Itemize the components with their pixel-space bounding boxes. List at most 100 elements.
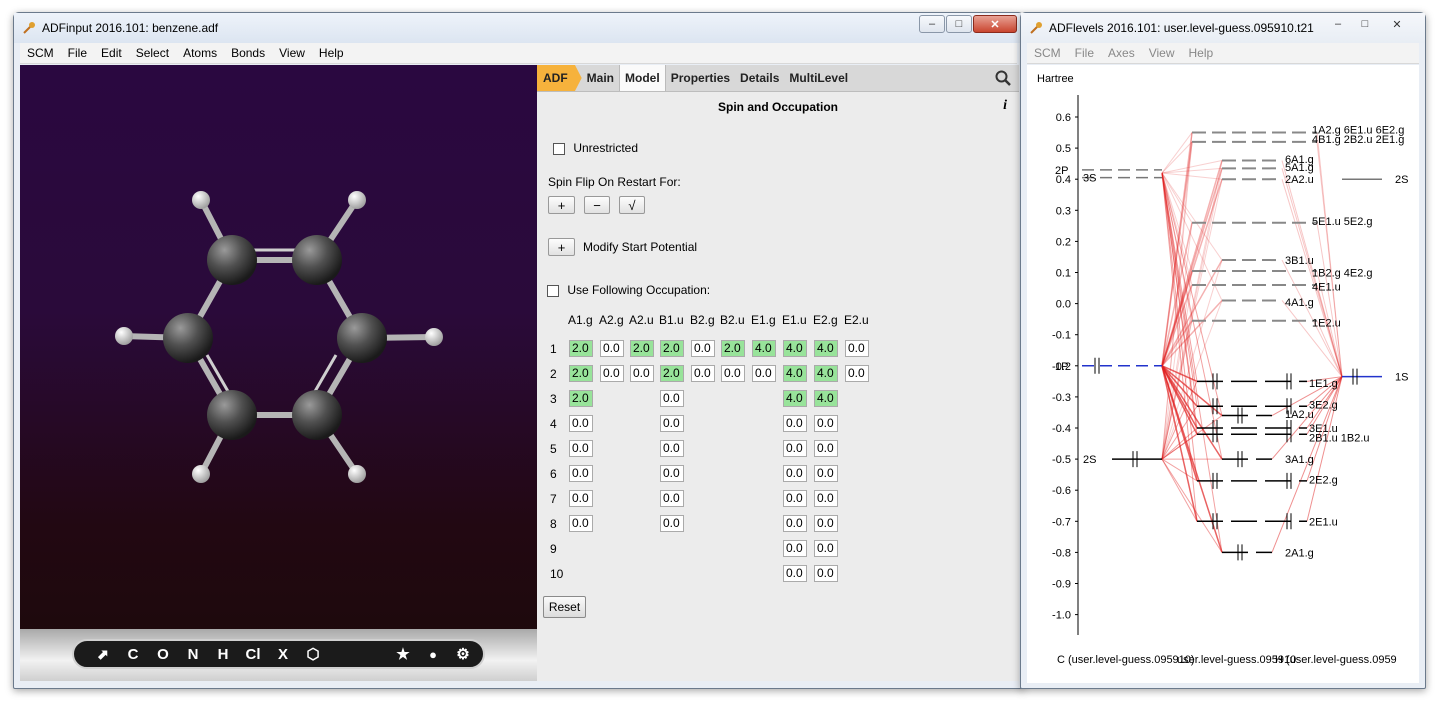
occupation-cell[interactable]: 0.0 — [783, 490, 807, 507]
occupation-cell[interactable]: 0.0 — [660, 515, 684, 532]
occupation-cell[interactable]: 0.0 — [660, 440, 684, 457]
occupation-cell[interactable]: 4.0 — [752, 340, 776, 357]
menu-atoms[interactable]: Atoms — [176, 46, 224, 60]
occupation-cell[interactable]: 2.0 — [569, 365, 593, 382]
tab-main[interactable]: Main — [582, 65, 619, 91]
occupation-cell[interactable]: 0.0 — [814, 565, 838, 582]
menu-file[interactable]: File — [1068, 46, 1101, 60]
close-button[interactable]: ✕ — [973, 15, 1017, 33]
star-icon[interactable]: ★ — [388, 641, 418, 667]
occupation-cell[interactable]: 4.0 — [783, 340, 807, 357]
unrestricted-checkbox[interactable] — [553, 142, 565, 155]
occupation-cell[interactable]: 4.0 — [814, 340, 838, 357]
menu-select[interactable]: Select — [129, 46, 176, 60]
occupation-cell[interactable]: 0.0 — [600, 365, 624, 382]
close-button[interactable]: ✕ — [1379, 15, 1415, 33]
tool-chlorine[interactable]: Cl — [238, 641, 268, 667]
occupation-cell[interactable]: 2.0 — [569, 390, 593, 407]
reset-button[interactable]: Reset — [543, 596, 586, 618]
occupation-cell[interactable]: 0.0 — [660, 465, 684, 482]
occupation-cell[interactable]: 0.0 — [814, 465, 838, 482]
occupation-cell[interactable]: 0.0 — [660, 415, 684, 432]
occupation-cell[interactable]: 0.0 — [569, 415, 593, 432]
minimize-button[interactable]: – — [1325, 15, 1351, 33]
tab-multilevel[interactable]: MultiLevel — [784, 65, 853, 91]
ring-icon[interactable]: ⬡ — [298, 641, 328, 667]
occupation-cell[interactable]: 0.0 — [814, 540, 838, 557]
occupation-cell[interactable]: 2.0 — [660, 365, 684, 382]
occupation-cell[interactable]: 0.0 — [721, 365, 745, 382]
mo-label: 1E2.u — [1312, 317, 1341, 329]
maximize-button[interactable]: □ — [946, 15, 972, 33]
occupation-cell[interactable]: 0.0 — [783, 415, 807, 432]
menu-edit[interactable]: Edit — [94, 46, 129, 60]
tool-nitrogen[interactable]: N — [178, 641, 208, 667]
tool-carbon[interactable]: C — [118, 641, 148, 667]
occupation-cell[interactable]: 4.0 — [783, 390, 807, 407]
occupation-cell[interactable]: 0.0 — [660, 390, 684, 407]
menu-view[interactable]: View — [272, 46, 312, 60]
menu-axes[interactable]: Axes — [1101, 46, 1142, 60]
occupation-cell[interactable]: 0.0 — [845, 340, 869, 357]
occupation-cell[interactable]: 0.0 — [630, 365, 654, 382]
occupation-cell[interactable]: 0.0 — [783, 440, 807, 457]
minimize-button[interactable]: – — [919, 15, 945, 33]
occupation-cell[interactable]: 2.0 — [660, 340, 684, 357]
benzene-molecule[interactable] — [20, 65, 537, 630]
tab-adf[interactable]: ADF — [537, 65, 582, 91]
occupation-cell[interactable]: 0.0 — [660, 490, 684, 507]
occupation-cell[interactable]: 0.0 — [569, 465, 593, 482]
occupation-cell[interactable]: 0.0 — [783, 515, 807, 532]
tool-oxygen[interactable]: O — [148, 641, 178, 667]
occupation-cell[interactable]: 4.0 — [783, 365, 807, 382]
spin-flip-remove-button[interactable]: − — [584, 196, 610, 214]
occupation-cell[interactable]: 2.0 — [630, 340, 654, 357]
tool-hydrogen[interactable]: H — [208, 641, 238, 667]
maximize-button[interactable]: □ — [1352, 15, 1378, 33]
occupation-cell[interactable]: 2.0 — [721, 340, 745, 357]
tab-model[interactable]: Model — [619, 65, 666, 91]
occupation-cell[interactable]: 0.0 — [783, 565, 807, 582]
occupation-cell[interactable]: 0.0 — [814, 490, 838, 507]
occupation-cell[interactable]: 0.0 — [691, 365, 715, 382]
menu-scm[interactable]: SCM — [1027, 46, 1068, 60]
use-occupation-checkbox[interactable] — [547, 284, 559, 297]
menu-bonds[interactable]: Bonds — [224, 46, 272, 60]
modify-start-potential-button[interactable]: + — [548, 238, 575, 256]
spin-flip-add-button[interactable]: + — [548, 196, 575, 214]
info-icon[interactable]: i — [1003, 98, 1007, 114]
occupation-cell[interactable]: 0.0 — [691, 340, 715, 357]
menu-scm[interactable]: SCM — [20, 46, 61, 60]
occupation-cell[interactable]: 0.0 — [814, 515, 838, 532]
occupation-cell[interactable]: 0.0 — [783, 540, 807, 557]
molecule-viewport[interactable]: ⬈ C O N H Cl X ⬡ ★ ● ⚙ — [20, 65, 537, 681]
menu-file[interactable]: File — [61, 46, 94, 60]
occupation-cell[interactable]: 0.0 — [814, 415, 838, 432]
search-icon[interactable] — [995, 70, 1011, 86]
levels-plot[interactable]: Hartree 0.6 0.5 0.4 0.3 0.2 0.1 0.0 -0.1 -0.2 -0.… — [1027, 65, 1419, 683]
gear-icon[interactable]: ⚙ — [448, 641, 478, 667]
menu-help[interactable]: Help — [312, 46, 351, 60]
menu-view[interactable]: View — [1142, 46, 1182, 60]
pin-icon[interactable]: ● — [418, 641, 448, 667]
occupation-cell[interactable]: 0.0 — [600, 340, 624, 357]
menu-help[interactable]: Help — [1182, 46, 1221, 60]
levels-diagram[interactable]: Hartree 0.60.50.40.30.20.10.0-0.1-0.2-0.… — [1027, 65, 1419, 683]
occupation-cell[interactable]: 4.0 — [814, 365, 838, 382]
spin-flip-check-button[interactable]: √ — [619, 196, 645, 214]
irrep-header: B2.u — [720, 313, 745, 327]
occupation-cell[interactable]: 0.0 — [783, 465, 807, 482]
tab-details[interactable]: Details — [735, 65, 784, 91]
occupation-cell[interactable]: 4.0 — [814, 390, 838, 407]
occupation-cell[interactable]: 0.0 — [569, 515, 593, 532]
occupation-cell[interactable]: 0.0 — [569, 440, 593, 457]
tab-properties[interactable]: Properties — [666, 65, 735, 91]
occupation-cell[interactable]: 0.0 — [569, 490, 593, 507]
occupation-cell[interactable]: 2.0 — [569, 340, 593, 357]
occupation-cell[interactable]: 0.0 — [814, 440, 838, 457]
pointer-icon[interactable]: ⬈ — [88, 641, 118, 667]
connector-line — [1316, 141, 1343, 377]
occupation-cell[interactable]: 0.0 — [752, 365, 776, 382]
tool-other-element[interactable]: X — [268, 641, 298, 667]
occupation-cell[interactable]: 0.0 — [845, 365, 869, 382]
